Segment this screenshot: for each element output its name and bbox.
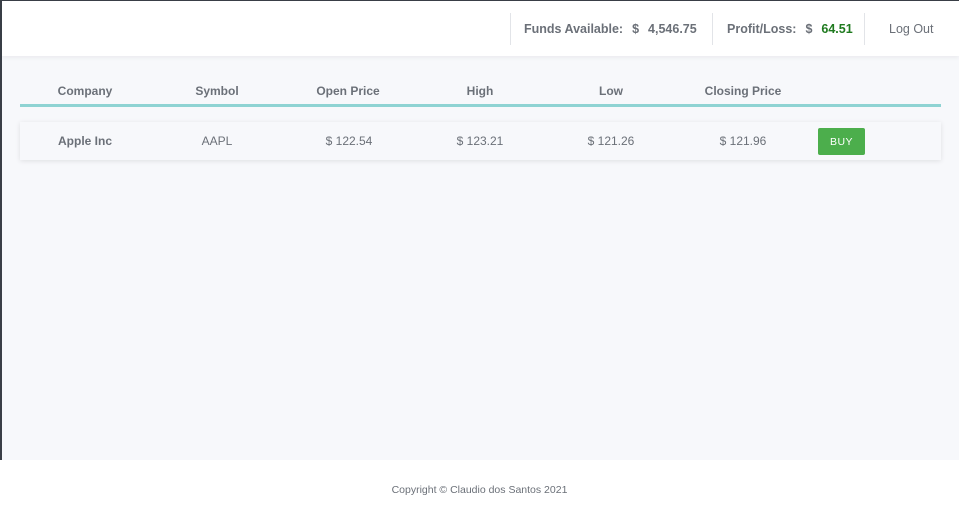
- cell-symbol: AAPL: [201, 134, 233, 148]
- header-divider: [20, 104, 941, 107]
- funds-currency: $: [632, 22, 640, 36]
- funds-available: Funds Available: $ 4,546.75: [524, 21, 697, 37]
- column-header-high: High: [466, 84, 494, 98]
- logout-link[interactable]: Log Out: [889, 22, 933, 36]
- top-navbar: Funds Available: $ 4,546.75 Profit/Loss:…: [2, 1, 959, 56]
- profit-value: 64.51: [821, 22, 853, 36]
- copyright-text: Copyright © Claudio dos Santos 2021: [391, 484, 568, 496]
- funds-label: Funds Available:: [524, 22, 624, 36]
- funds-value: 4,546.75: [648, 22, 697, 36]
- column-header-open: Open Price: [316, 84, 380, 98]
- column-header-company: Company: [57, 84, 113, 98]
- column-header-close: Closing Price: [704, 84, 782, 98]
- cell-high: $ 123.21: [456, 134, 504, 148]
- buy-button[interactable]: BUY: [818, 128, 865, 155]
- cell-low: $ 121.26: [587, 134, 635, 148]
- cell-close: $ 121.96: [719, 134, 767, 148]
- stock-table-header: Company Symbol Open Price High Low Closi…: [20, 80, 941, 104]
- window-left-border: [0, 0, 2, 460]
- column-header-symbol: Symbol: [195, 84, 239, 98]
- cell-company: Apple Inc: [57, 134, 113, 148]
- cell-open: $ 122.54: [325, 134, 373, 148]
- profit-loss: Profit/Loss: $ 64.51: [727, 21, 853, 37]
- navbar-divider: [712, 13, 713, 45]
- navbar-divider: [864, 13, 865, 45]
- navbar-divider: [510, 13, 511, 45]
- table-row: Apple Inc AAPL $ 122.54 $ 123.21 $ 121.2…: [20, 122, 941, 160]
- column-header-low: Low: [599, 84, 623, 98]
- profit-currency: $: [805, 22, 813, 36]
- profit-label: Profit/Loss:: [727, 22, 797, 36]
- page-footer: Copyright © Claudio dos Santos 2021: [0, 460, 959, 517]
